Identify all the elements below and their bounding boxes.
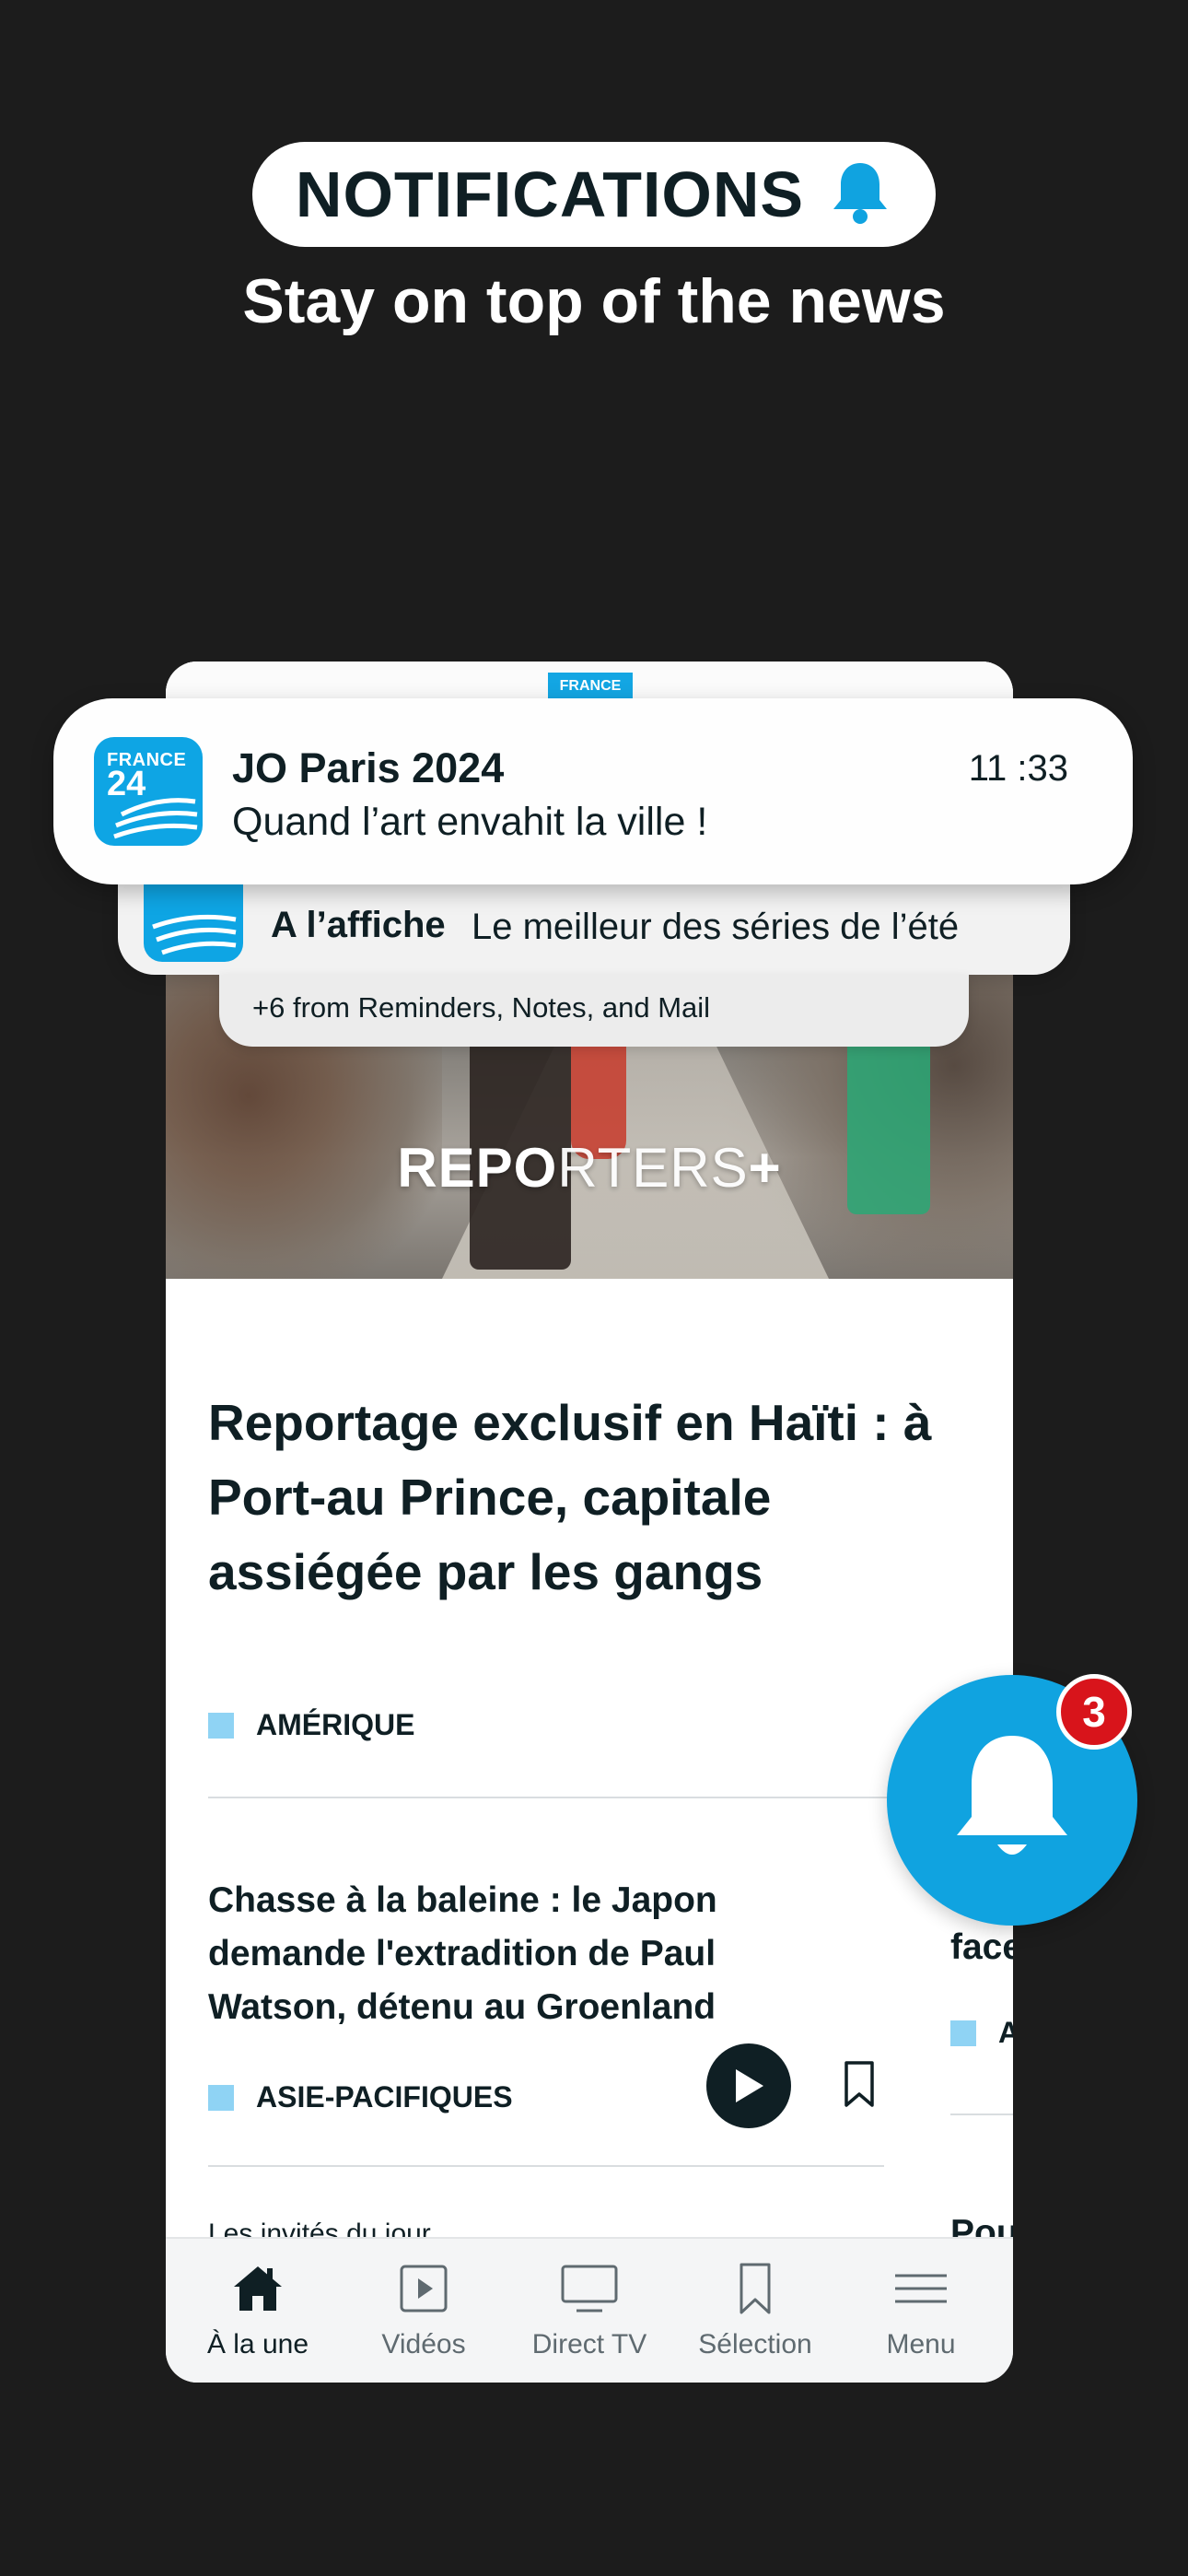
notification-body: Quand l’art envahit la ville ! — [232, 800, 708, 844]
logo-part: REPO — [397, 1137, 558, 1199]
article-category[interactable]: AMÉRIQUE — [208, 1708, 414, 1742]
video-play-icon — [394, 2259, 453, 2318]
second-article-title[interactable]: Chasse à la baleine : le Japon demande l… — [208, 1874, 798, 2034]
notification-count-badge: 3 — [1056, 1674, 1132, 1750]
bell-icon — [957, 1736, 1067, 1855]
play-icon — [736, 2069, 763, 2102]
home-icon — [228, 2259, 287, 2318]
tv-icon — [560, 2259, 619, 2318]
second-article-category[interactable]: ASIE-PACIFIQUES — [208, 2080, 513, 2114]
tab-bar: À la une Vidéos Direct TV Sélection Menu — [166, 2237, 1013, 2383]
logo-plus: + — [748, 1137, 782, 1199]
divider — [208, 2165, 884, 2167]
category-square-icon — [950, 2020, 976, 2046]
tab-menu[interactable]: Menu — [838, 2239, 1004, 2383]
more-notifications-label: +6 from Reminders, Notes, and Mail — [252, 991, 711, 1024]
play-button[interactable] — [706, 2043, 791, 2128]
side-article-title[interactable]: face — [950, 1927, 1013, 1968]
tab-label: Sélection — [698, 2329, 812, 2359]
tab-selection[interactable]: Sélection — [672, 2239, 838, 2383]
category-label: ASIE-PACIFIQUES — [256, 2080, 513, 2113]
notification-more-summary[interactable]: +6 from Reminders, Notes, and Mail — [219, 975, 969, 1047]
notifications-pill: NOTIFICATIONS — [252, 142, 936, 247]
logo-part: RTERS — [557, 1137, 749, 1199]
bookmark-button[interactable] — [841, 2059, 878, 2111]
notification-title: JO Paris 2024 — [232, 744, 505, 791]
category-label: AMÉRIQUE — [256, 1708, 415, 1741]
category-square-icon — [208, 2084, 234, 2111]
notification-title: A l’affiche — [271, 905, 446, 945]
reporters-plus-logo: REPORTERS+ — [166, 1136, 1013, 1200]
bell-icon — [828, 159, 892, 230]
menu-icon — [891, 2259, 950, 2318]
category-square-icon — [208, 1712, 234, 1739]
notification-secondary[interactable]: A l’affiche Le meilleur des séries de l’… — [118, 875, 1070, 975]
notification-main[interactable]: FRANCE 24 JO Paris 2024 Quand l’art enva… — [53, 698, 1133, 884]
bookmark-icon — [844, 2061, 874, 2107]
france24-logo: FRANCE 24 — [94, 737, 203, 846]
tab-a-la-une[interactable]: À la une — [175, 2239, 341, 2383]
tab-videos[interactable]: Vidéos — [341, 2239, 507, 2383]
notification-body: Le meilleur des séries de l’été — [472, 907, 960, 947]
article-title[interactable]: Reportage exclusif en Haïti : à Port-au … — [208, 1386, 945, 1610]
tab-direct-tv[interactable]: Direct TV — [507, 2239, 672, 2383]
bookmark-icon — [726, 2259, 785, 2318]
tab-label: À la une — [206, 2329, 309, 2359]
tab-label: Menu — [886, 2329, 956, 2359]
tab-label: Vidéos — [381, 2329, 466, 2359]
notification-time: 11 :33 — [968, 748, 1068, 789]
category-label: A — [998, 2016, 1013, 2049]
tagline: Stay on top of the news — [242, 266, 946, 336]
side-article-category[interactable]: A — [950, 2016, 1013, 2050]
tab-label: Direct TV — [531, 2329, 647, 2359]
pill-label: NOTIFICATIONS — [295, 158, 805, 230]
divider — [950, 2113, 1013, 2115]
divider — [208, 1797, 976, 1798]
france24-logo — [144, 875, 243, 962]
